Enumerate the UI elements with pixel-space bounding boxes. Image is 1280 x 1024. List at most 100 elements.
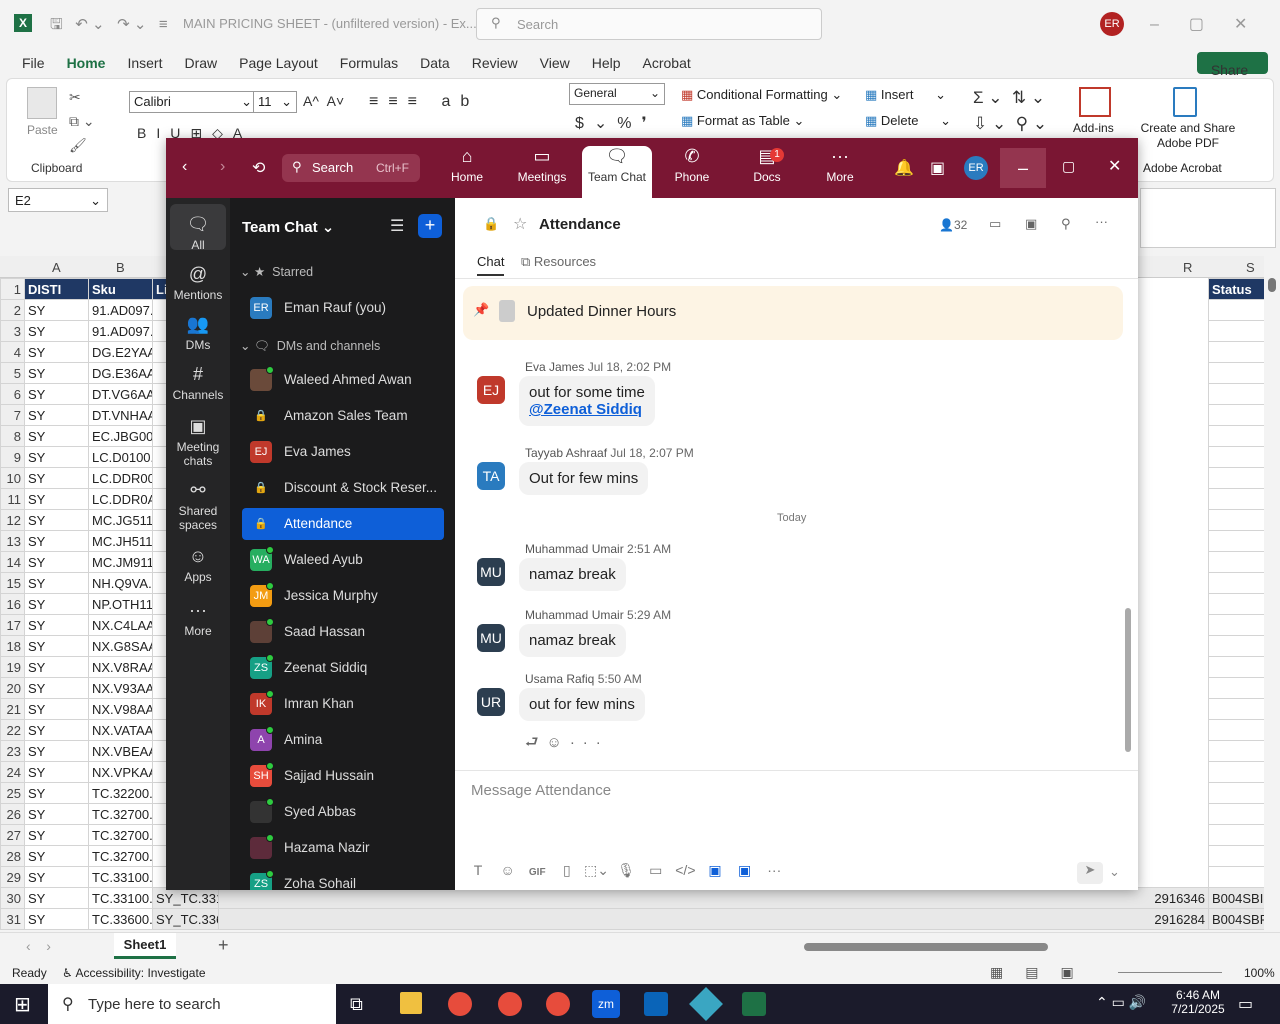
search-icon[interactable]: ⚲ xyxy=(1061,216,1071,232)
cell-p[interactable]: 0 xyxy=(1208,320,1264,342)
row-header[interactable]: 2 xyxy=(0,299,25,321)
cell-a[interactable]: SY xyxy=(24,782,89,804)
chat-list-item[interactable]: ER Eman Rauf (you) xyxy=(242,292,444,324)
avatar[interactable]: MU xyxy=(477,624,505,652)
outlook-icon[interactable] xyxy=(644,992,668,1016)
addins-icon[interactable] xyxy=(1079,87,1111,117)
cell-d[interactable]: 2916284 xyxy=(218,908,1209,930)
row-header[interactable]: 27 xyxy=(0,824,25,846)
excel-window-controls[interactable]: –▢✕ xyxy=(1150,14,1277,34)
cell-d[interactable]: 2916346 xyxy=(218,887,1209,909)
cell-a[interactable]: SY xyxy=(24,887,89,909)
cell-p[interactable]: 0 xyxy=(1208,488,1264,510)
editing-icons[interactable]: Σ ⌄ ⇅ ⌄ ⇩ ⌄ ⚲ ⌄ xyxy=(973,85,1047,137)
cell-b[interactable]: TC.33100. xyxy=(88,866,153,888)
cell-b[interactable]: TC.32700. xyxy=(88,824,153,846)
cell-a[interactable]: SY xyxy=(24,299,89,321)
cell-b[interactable]: LC.DDR0A xyxy=(88,488,153,510)
cell-p[interactable]: 0 xyxy=(1208,614,1264,636)
row-header[interactable]: 23 xyxy=(0,740,25,762)
formula-input[interactable] xyxy=(1140,188,1276,248)
file-icon[interactable]: ▯ xyxy=(554,862,580,879)
cell-a[interactable]: SY xyxy=(24,761,89,783)
excel-avatar[interactable]: ER xyxy=(1100,12,1124,36)
menu-acrobat[interactable]: Acrobat xyxy=(635,48,699,78)
paste-icon[interactable] xyxy=(27,87,57,119)
cell-p[interactable]: 0 xyxy=(1208,446,1264,468)
chrome-profile2-icon[interactable] xyxy=(546,992,570,1016)
name-box[interactable]: E2 ⌄ xyxy=(8,188,108,212)
history-icon[interactable]: ⟲ xyxy=(252,158,265,178)
video-call-icon[interactable]: ▭ xyxy=(989,216,1001,232)
nav-home[interactable]: ⌂ Home xyxy=(432,146,502,198)
row-header[interactable]: 7 xyxy=(0,404,25,426)
sheet-nav-arrows-icon[interactable]: ‹ › xyxy=(26,938,51,954)
cell-b[interactable]: TC.32700. xyxy=(88,845,153,867)
row-header[interactable]: 18 xyxy=(0,635,25,657)
chat-list-item[interactable]: ZS Zeenat Siddiq xyxy=(242,652,444,684)
minimize-button[interactable]: – xyxy=(1000,148,1046,188)
menu-review[interactable]: Review xyxy=(464,48,526,78)
chat-list-item[interactable]: 🔒 Attendance xyxy=(242,508,444,540)
message-input[interactable]: Message Attendance xyxy=(471,782,1111,804)
font-grow-shrink-icons[interactable]: A^ A˅ xyxy=(303,93,344,109)
cell-b[interactable]: DT.VG6AA xyxy=(88,383,153,405)
menu-draw[interactable]: Draw xyxy=(176,48,225,78)
chat-list-item[interactable]: ZS Zoha Sohail xyxy=(242,868,444,890)
accessibility-status[interactable]: ♿ Accessibility: Investigate xyxy=(62,966,206,980)
col-header-s[interactable]: S xyxy=(1246,260,1255,275)
rail-more[interactable]: ··· More xyxy=(168,600,228,638)
more-icon[interactable]: ··· xyxy=(761,862,787,878)
rail-shared-spaces[interactable]: ⚯ Shared spaces xyxy=(168,480,228,532)
cell-b[interactable]: MC.JH511 xyxy=(88,530,153,552)
cell-b[interactable]: DG.E36AA xyxy=(88,362,153,384)
cell-a[interactable]: SY xyxy=(24,635,89,657)
row-header[interactable]: 26 xyxy=(0,803,25,825)
header-cell[interactable]: DISTI xyxy=(24,278,89,300)
cell-e[interactable]: B004SBI7HK xyxy=(1208,887,1264,909)
chat-list-item[interactable]: Saad Hassan xyxy=(242,616,444,648)
row-header[interactable]: 21 xyxy=(0,698,25,720)
cell-p[interactable]: 0 xyxy=(1208,824,1264,846)
cell-p[interactable]: 0 xyxy=(1208,341,1264,363)
scroll-thumb[interactable] xyxy=(1268,278,1276,292)
send-button[interactable]: ➤ xyxy=(1077,862,1103,884)
excel-search-box[interactable]: ⚲ Search xyxy=(476,8,822,40)
cell-a[interactable]: SY xyxy=(24,740,89,762)
cell-p[interactable] xyxy=(1208,383,1264,405)
excel-taskbar-icon[interactable] xyxy=(742,992,766,1016)
alignment-icons[interactable]: ≡≡≡ ab xyxy=(369,93,479,111)
font-name-select[interactable]: Calibri ⌄ xyxy=(129,91,257,113)
more-options-icon[interactable]: ··· xyxy=(1095,214,1108,229)
cell-p[interactable] xyxy=(1208,761,1264,783)
cell-p[interactable]: 0 xyxy=(1208,845,1264,867)
cell-p[interactable]: 0 xyxy=(1208,530,1264,552)
nav-meetings[interactable]: ▭ Meetings xyxy=(507,146,577,198)
cell-n[interactable]: 31 xyxy=(0,908,25,930)
col-header-a[interactable]: A xyxy=(52,260,61,275)
maximize-button[interactable]: ▢ xyxy=(1062,158,1075,175)
cell-p[interactable]: E! xyxy=(1208,656,1264,678)
windows-start-icon[interactable]: ⊞ xyxy=(14,992,31,1017)
zoom-avatar[interactable]: ER xyxy=(964,156,988,180)
cell-b[interactable]: LC.D0100. xyxy=(88,446,153,468)
cell-c[interactable]: SY_TC.336 xyxy=(152,908,219,930)
cell-e[interactable]: B004SBFEJ4 xyxy=(1208,908,1264,930)
cell-p[interactable]: 0 xyxy=(1208,404,1264,426)
cell-a[interactable]: SY xyxy=(24,362,89,384)
col-header-b[interactable]: B xyxy=(116,260,125,275)
cell-p[interactable]: 0 xyxy=(1208,551,1264,573)
menu-help[interactable]: Help xyxy=(584,48,629,78)
cell-b[interactable]: NX.V8RAA xyxy=(88,656,153,678)
cell-p[interactable]: 0 xyxy=(1208,467,1264,489)
cell-b[interactable]: NX.C4LAA xyxy=(88,614,153,636)
conditional-formatting-button[interactable]: ▦ Conditional Formatting ⌄ xyxy=(681,87,842,103)
cell-b[interactable]: NX.VBEAA xyxy=(88,740,153,762)
cell-p[interactable]: E! xyxy=(1208,677,1264,699)
taskbar-clock[interactable]: 6:46 AM 7/21/2025 xyxy=(1168,988,1228,1016)
row-header[interactable]: 28 xyxy=(0,845,25,867)
message-author[interactable]: Eva James xyxy=(525,360,584,374)
calendar-icon[interactable]: ▣ xyxy=(930,158,945,178)
row-header[interactable]: 14 xyxy=(0,551,25,573)
zoom-taskbar-icon[interactable]: zm xyxy=(592,990,620,1018)
